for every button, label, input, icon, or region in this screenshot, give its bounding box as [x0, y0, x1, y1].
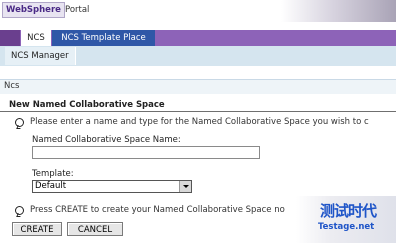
breadcrumb: Ncs [4, 81, 20, 91]
title-divider [0, 111, 396, 112]
banner-spacer [0, 22, 396, 30]
watermark-chinese-text: 测试时代 [320, 202, 377, 220]
watermark-site-text: Testage.net [318, 222, 375, 232]
speech-bubble-icon [15, 206, 24, 215]
subnav-item-ncs-manager[interactable]: NCS Manager [5, 47, 76, 65]
space-name-input[interactable] [32, 146, 260, 159]
cancel-button[interactable]: CANCEL [67, 222, 123, 236]
template-field-label: Template: [32, 169, 74, 179]
create-button[interactable]: CREATE [12, 222, 62, 236]
logo-text: WebSphere [6, 5, 61, 15]
template-selected-value: Default [35, 181, 67, 191]
name-field-label: Named Collaborative Space Name: [32, 135, 181, 145]
portal-banner: WebSphere Portal [0, 0, 396, 22]
breadcrumb-bar [0, 79, 396, 94]
portal-label: Portal [65, 5, 90, 15]
template-select[interactable]: Default [32, 180, 192, 193]
tab-ncs[interactable]: NCS [21, 30, 51, 46]
tab-ncs-template-place[interactable]: NCS Template Place [52, 30, 155, 46]
dropdown-arrow-icon[interactable] [179, 181, 191, 192]
tab-bar-left-cap [0, 30, 20, 46]
websphere-logo: WebSphere [2, 2, 65, 18]
instruction-text: Please enter a name and type for the Nam… [30, 117, 369, 127]
banner-gradient [281, 0, 396, 22]
form-title: New Named Collaborative Space [9, 100, 165, 110]
speech-bubble-icon [15, 118, 24, 127]
create-instruction-text: Press CREATE to create your Named Collab… [30, 205, 285, 215]
